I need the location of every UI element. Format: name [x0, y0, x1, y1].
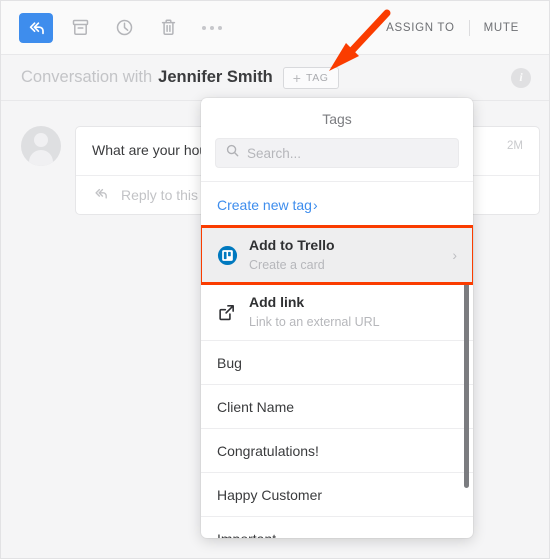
add-tag-label: TAG — [305, 71, 329, 84]
add-to-trello-title: Add to Trello — [249, 237, 335, 253]
ellipsis-icon — [202, 25, 222, 30]
create-new-tag-label: Create new tag — [217, 197, 312, 213]
conversation-header: Conversation with Jennifer Smith + TAG i — [1, 55, 549, 101]
search-icon — [226, 144, 239, 162]
tags-dropdown-panel: Tags Create new tag › — [201, 98, 473, 538]
delete-button[interactable] — [151, 13, 185, 43]
archive-button[interactable] — [63, 13, 97, 43]
tags-scroll-area: Create new tag › Add to Trello Create a … — [201, 182, 473, 538]
trash-icon — [159, 18, 178, 37]
app-window: ASSIGN TO MUTE Conversation with Jennife… — [0, 0, 550, 559]
avatar — [21, 126, 61, 166]
add-tag-button[interactable]: + TAG — [282, 66, 339, 89]
add-link-subtitle: Link to an external URL — [249, 315, 380, 329]
tags-panel-title: Tags — [322, 111, 352, 127]
reply-all-icon — [26, 20, 46, 36]
assign-to-button[interactable]: ASSIGN TO — [372, 22, 469, 34]
tag-label: Client Name — [217, 398, 295, 415]
contact-name: Jennifer Smith — [158, 68, 273, 86]
tag-list-item[interactable]: Important — [201, 516, 473, 538]
tag-label: Congratulations! — [217, 442, 319, 459]
chevron-right-icon: › — [452, 247, 457, 263]
add-link-item[interactable]: Add link Link to an external URL — [201, 283, 473, 340]
reply-to-this-label: Reply to this — [121, 187, 199, 203]
add-to-trello-text: Add to Trello Create a card — [249, 236, 452, 274]
conversation-prefix: Conversation with — [21, 68, 153, 86]
add-to-trello-item[interactable]: Add to Trello Create a card › — [201, 225, 473, 285]
message-timestamp: 2M — [507, 140, 523, 152]
more-options-button[interactable] — [195, 13, 229, 43]
mute-button[interactable]: MUTE — [470, 22, 533, 34]
tag-list-item[interactable]: Happy Customer — [201, 472, 473, 516]
reply-all-small-icon — [92, 187, 109, 203]
tags-search-area — [201, 138, 473, 182]
archive-icon — [71, 18, 90, 37]
add-to-trello-subtitle: Create a card — [249, 258, 325, 272]
plus-icon: + — [292, 69, 301, 86]
info-icon[interactable]: i — [511, 67, 531, 88]
create-new-tag-button[interactable]: Create new tag › — [201, 182, 473, 227]
tag-list-item[interactable]: Bug — [201, 340, 473, 384]
tag-label: Important — [217, 531, 276, 539]
tag-list-item[interactable]: Client Name — [201, 384, 473, 428]
toolbar-right-actions: ASSIGN TO MUTE — [372, 19, 549, 36]
chevron-right-icon: › — [312, 197, 318, 213]
tags-search-input[interactable] — [247, 145, 448, 161]
tag-label: Happy Customer — [217, 486, 323, 503]
reply-all-button[interactable] — [19, 12, 53, 43]
tags-search-box[interactable] — [215, 138, 459, 168]
tags-scrollbar[interactable] — [464, 263, 469, 488]
conversation-toolbar: ASSIGN TO MUTE — [1, 1, 549, 55]
trello-icon — [217, 245, 243, 266]
tag-list-item[interactable]: Congratulations! — [201, 428, 473, 472]
add-link-title: Add link — [249, 294, 305, 310]
add-link-text: Add link Link to an external URL — [249, 293, 457, 331]
tag-label: Bug — [217, 354, 242, 371]
clock-icon — [115, 18, 134, 37]
snooze-button[interactable] — [107, 13, 141, 43]
external-link-icon — [217, 303, 243, 322]
